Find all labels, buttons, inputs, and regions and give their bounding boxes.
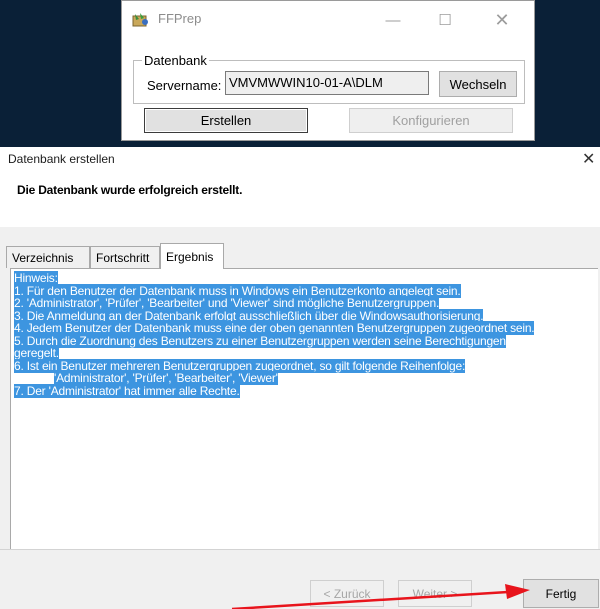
tab-ergebnis[interactable]: Ergebnis bbox=[160, 243, 224, 269]
tab-verzeichnis[interactable]: Verzeichnis bbox=[6, 246, 90, 268]
konfigurieren-button[interactable]: Konfigurieren bbox=[349, 108, 513, 133]
result-line: 5. Durch die Zuordnung des Benutzers zu … bbox=[14, 333, 506, 348]
result-text[interactable]: Hinweis: 1. Für den Benutzer der Datenba… bbox=[14, 271, 535, 398]
button-bar-divider bbox=[0, 549, 600, 550]
result-line: 4. Jedem Benutzer der Datenbank muss ein… bbox=[14, 321, 535, 335]
servername-label: Servername: bbox=[147, 78, 222, 93]
wechseln-button[interactable]: Wechseln bbox=[439, 71, 517, 97]
minimize-icon[interactable]: — bbox=[382, 9, 404, 31]
datenbank-group-label: Datenbank bbox=[142, 53, 209, 68]
dialog-heading: Die Datenbank wurde erfolgreich erstellt… bbox=[17, 183, 243, 197]
next-button[interactable]: Weiter > bbox=[398, 580, 472, 607]
erstellen-button[interactable]: Erstellen bbox=[144, 108, 308, 133]
result-line: 7. Der 'Administrator' hat immer alle Re… bbox=[14, 383, 240, 398]
ffprep-window: FFPrep — ☐ ✕ Datenbank Servername: VMVMW… bbox=[121, 0, 535, 141]
app-icon bbox=[131, 11, 149, 29]
maximize-icon[interactable]: ☐ bbox=[434, 9, 456, 31]
servername-field[interactable]: VMVMWWIN10-01-A\DLM bbox=[225, 71, 429, 95]
result-line: 2. 'Administrator', 'Prüfer', 'Bearbeite… bbox=[14, 296, 440, 310]
result-line: Hinweis: bbox=[14, 271, 58, 285]
finish-button[interactable]: Fertig bbox=[523, 579, 599, 608]
tab-area: Verzeichnis Fortschritt Ergebnis Hinweis… bbox=[0, 227, 600, 609]
ffprep-title-bar: FFPrep — ☐ ✕ bbox=[122, 1, 534, 39]
back-button[interactable]: < Zurück bbox=[310, 580, 384, 607]
dialog-title: Datenbank erstellen bbox=[8, 152, 115, 166]
tab-fortschritt[interactable]: Fortschritt bbox=[90, 246, 160, 268]
ffprep-title: FFPrep bbox=[158, 11, 202, 26]
datenbank-erstellen-dialog: Datenbank erstellen ✕ Die Datenbank wurd… bbox=[0, 147, 600, 609]
result-line: 'Administrator', 'Prüfer', 'Bearbeiter',… bbox=[54, 371, 278, 385]
dialog-close-icon[interactable]: ✕ bbox=[582, 149, 595, 169]
close-icon[interactable]: ✕ bbox=[491, 9, 513, 31]
result-line: geregelt. bbox=[14, 346, 59, 360]
